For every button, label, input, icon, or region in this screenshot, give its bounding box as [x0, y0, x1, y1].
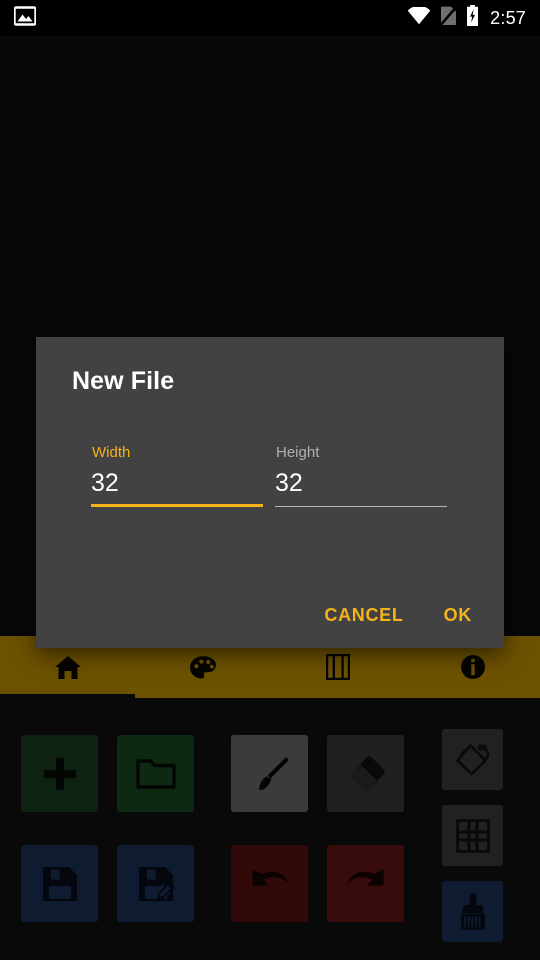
no-sim-icon [439, 5, 458, 31]
status-bar-left [0, 5, 407, 31]
height-input[interactable]: 32 [275, 471, 447, 496]
battery-charging-icon [466, 5, 479, 31]
width-field-underline [91, 504, 263, 507]
height-field-label: Height [276, 444, 320, 461]
image-icon [13, 5, 37, 31]
width-field-group: Width 32 [91, 445, 263, 507]
height-field-underline [275, 506, 447, 507]
wifi-icon [407, 5, 431, 30]
status-bar-clock: 2:57 [490, 8, 526, 28]
new-file-dialog: New File Width 32 Height 32 CANCEL OK [36, 337, 504, 648]
dialog-title: New File [72, 367, 175, 395]
height-field-group: Height 32 [275, 445, 447, 507]
cancel-button[interactable]: CANCEL [312, 595, 415, 636]
width-input[interactable]: 32 [91, 471, 263, 496]
app-screen: 2:57 New File Width 32 Height 32 CANCEL … [0, 0, 540, 960]
status-bar-right: 2:57 [407, 5, 540, 31]
width-field-label: Width [92, 444, 131, 461]
status-bar: 2:57 [0, 0, 540, 36]
ok-button[interactable]: OK [432, 595, 484, 636]
dialog-action-bar: CANCEL OK [312, 595, 484, 636]
